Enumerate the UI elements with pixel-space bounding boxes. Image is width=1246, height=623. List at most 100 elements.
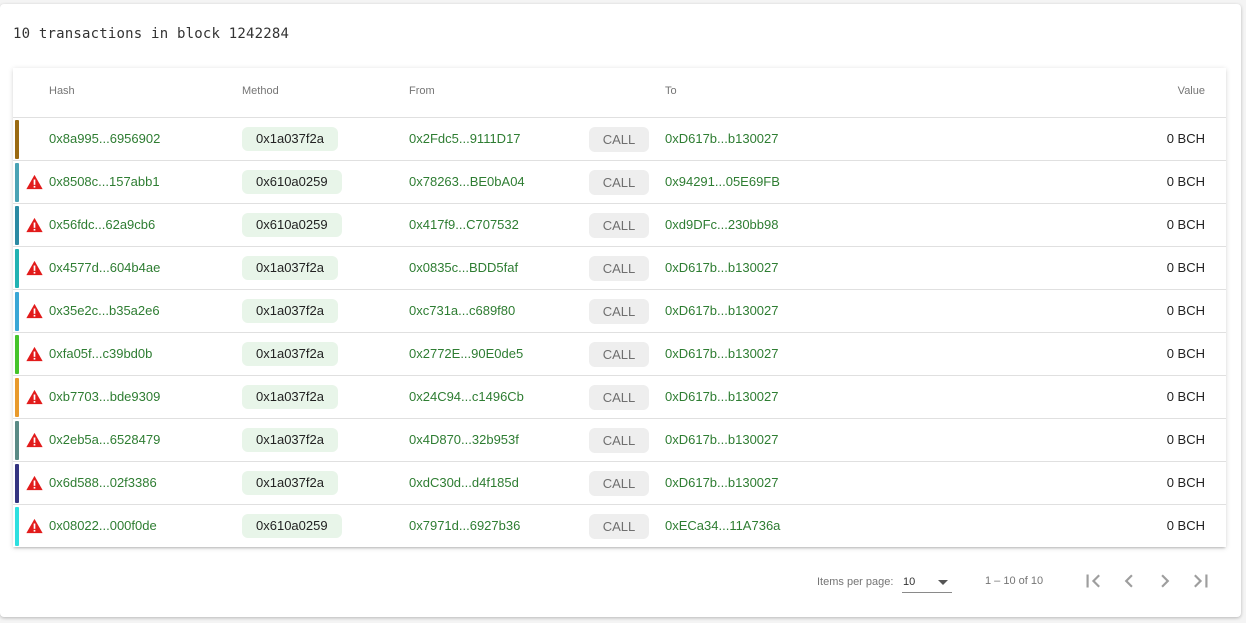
from-address-link[interactable]: 0x24C94...c1496Cb [409,389,524,404]
transactions-card: 10 transactions in block 1242284 Hash Me… [0,4,1241,617]
status-color-bar [15,378,19,417]
call-type-badge: CALL [589,127,649,152]
from-address-link[interactable]: 0x2Fdc5...9111D17 [409,131,521,146]
value-amount: 0 BCH [1166,131,1205,146]
hash-link[interactable]: 0x4577d...604b4ae [49,260,160,275]
hash-link[interactable]: 0x8a995...6956902 [49,131,160,146]
page-title: 10 transactions in block 1242284 [13,26,290,42]
page-range-label: 1 – 10 of 10 [985,575,1044,587]
status-color-bar [15,335,19,374]
method-chip: 0x1a037f2a [242,385,338,409]
call-type-badge: CALL [589,471,649,496]
transactions-table: Hash Method From To Value 0x8a995...6956… [13,68,1226,547]
from-address-link[interactable]: 0x2772E...90E0de5 [409,346,523,361]
from-address-link[interactable]: 0x0835c...BDD5faf [409,260,518,275]
value-amount: 0 BCH [1166,260,1205,275]
hash-link[interactable]: 0x35e2c...b35a2e6 [49,303,160,318]
to-address-link[interactable]: 0xd9DFc...230bb98 [665,217,778,232]
table-row[interactable]: 0x6d588...02f3386 0x1a037f2a 0xdC30d...d4f… [13,462,1226,505]
to-address-link[interactable]: 0xD617b...b130027 [665,432,778,447]
method-chip: 0x1a037f2a [242,342,338,366]
value-amount: 0 BCH [1166,174,1205,189]
table-row[interactable]: 0xb7703...bde9309 0x1a037f2a 0x24C94...c14… [13,376,1226,419]
status-color-bar [15,507,19,546]
previous-page-button[interactable] [1116,568,1142,594]
call-type-badge: CALL [589,299,649,324]
status-color-bar [15,206,19,245]
value-amount: 0 BCH [1166,432,1205,447]
column-header-from: From [409,85,435,97]
status-color-bar [15,464,19,503]
next-page-icon [1161,574,1170,588]
table-body: 0x8a995...6956902 0x1a037f2a 0x2Fdc5...911… [13,118,1226,547]
paginator: Items per page: 10 1 – 10 of 10 [13,560,1226,604]
method-chip: 0x1a037f2a [242,299,338,323]
call-type-badge: CALL [589,428,649,453]
dropdown-arrow-icon [938,580,948,585]
previous-page-icon [1124,574,1133,588]
warning-icon [26,475,43,491]
method-chip: 0x610a0259 [242,213,342,237]
column-header-method: Method [242,85,279,97]
from-address-link[interactable]: 0x78263...BE0bA04 [409,174,525,189]
warning-icon [26,346,43,362]
table-row[interactable]: 0x08022...000f0de 0x610a0259 0x7971d...692… [13,505,1226,547]
table-row[interactable]: 0xfa05f...c39bd0b 0x1a037f2a 0x2772E...90E… [13,333,1226,376]
value-amount: 0 BCH [1166,518,1205,533]
to-address-link[interactable]: 0xD617b...b130027 [665,346,778,361]
first-page-button[interactable] [1080,568,1106,594]
table-row[interactable]: 0x56fdc...62a9cb6 0x610a0259 0x417f9...C70… [13,204,1226,247]
items-per-page-value: 10 [903,576,916,588]
call-type-badge: CALL [589,256,649,281]
from-address-link[interactable]: 0x4D870...32b953f [409,432,519,447]
hash-link[interactable]: 0x2eb5a...6528479 [49,432,160,447]
to-address-link[interactable]: 0xECa34...11A736a [665,518,780,533]
from-address-link[interactable]: 0x417f9...C707532 [409,217,519,232]
method-chip: 0x610a0259 [242,514,342,538]
last-page-button[interactable] [1188,568,1214,594]
hash-link[interactable]: 0x08022...000f0de [49,518,157,533]
hash-link[interactable]: 0x8508c...157abb1 [49,174,160,189]
table-row[interactable]: 0x8508c...157abb1 0x610a0259 0x78263...BE0… [13,161,1226,204]
status-color-bar [15,120,19,159]
status-color-bar [15,249,19,288]
table-row[interactable]: 0x8a995...6956902 0x1a037f2a 0x2Fdc5...911… [13,118,1226,161]
warning-icon [26,432,43,448]
from-address-link[interactable]: 0xdC30d...d4f185d [409,475,519,490]
to-address-link[interactable]: 0xD617b...b130027 [665,475,778,490]
method-chip: 0x1a037f2a [242,256,338,280]
to-address-link[interactable]: 0xD617b...b130027 [665,303,778,318]
hash-link[interactable]: 0xb7703...bde9309 [49,389,160,404]
table-row[interactable]: 0x4577d...604b4ae 0x1a037f2a 0x0835c...BDD… [13,247,1226,290]
column-header-hash: Hash [49,85,75,97]
to-address-link[interactable]: 0xD617b...b130027 [665,260,778,275]
warning-icon [26,174,43,190]
from-address-link[interactable]: 0xc731a...c689f80 [409,303,515,318]
to-address-link[interactable]: 0x94291...05E69FB [665,174,780,189]
value-amount: 0 BCH [1166,303,1205,318]
first-page-icon [1086,574,1100,588]
method-chip: 0x610a0259 [242,170,342,194]
items-per-page-label: Items per page: [817,576,894,588]
status-color-bar [15,163,19,202]
warning-icon [26,260,43,276]
hash-link[interactable]: 0x6d588...02f3386 [49,475,157,490]
warning-icon [26,518,43,534]
to-address-link[interactable]: 0xD617b...b130027 [665,131,778,146]
next-page-button[interactable] [1152,568,1178,594]
from-address-link[interactable]: 0x7971d...6927b36 [409,518,520,533]
warning-icon [26,217,43,233]
hash-link[interactable]: 0x56fdc...62a9cb6 [49,217,155,232]
method-chip: 0x1a037f2a [242,471,338,495]
value-amount: 0 BCH [1166,389,1205,404]
status-color-bar [15,292,19,331]
method-chip: 0x1a037f2a [242,127,338,151]
value-amount: 0 BCH [1166,217,1205,232]
items-per-page-select[interactable]: 10 [902,570,952,593]
table-row[interactable]: 0x35e2c...b35a2e6 0x1a037f2a 0xc731a...c68… [13,290,1226,333]
table-row[interactable]: 0x2eb5a...6528479 0x1a037f2a 0x4D870...32b… [13,419,1226,462]
column-header-value: Value [1177,85,1205,97]
warning-icon [26,389,43,405]
to-address-link[interactable]: 0xD617b...b130027 [665,389,778,404]
hash-link[interactable]: 0xfa05f...c39bd0b [49,346,152,361]
